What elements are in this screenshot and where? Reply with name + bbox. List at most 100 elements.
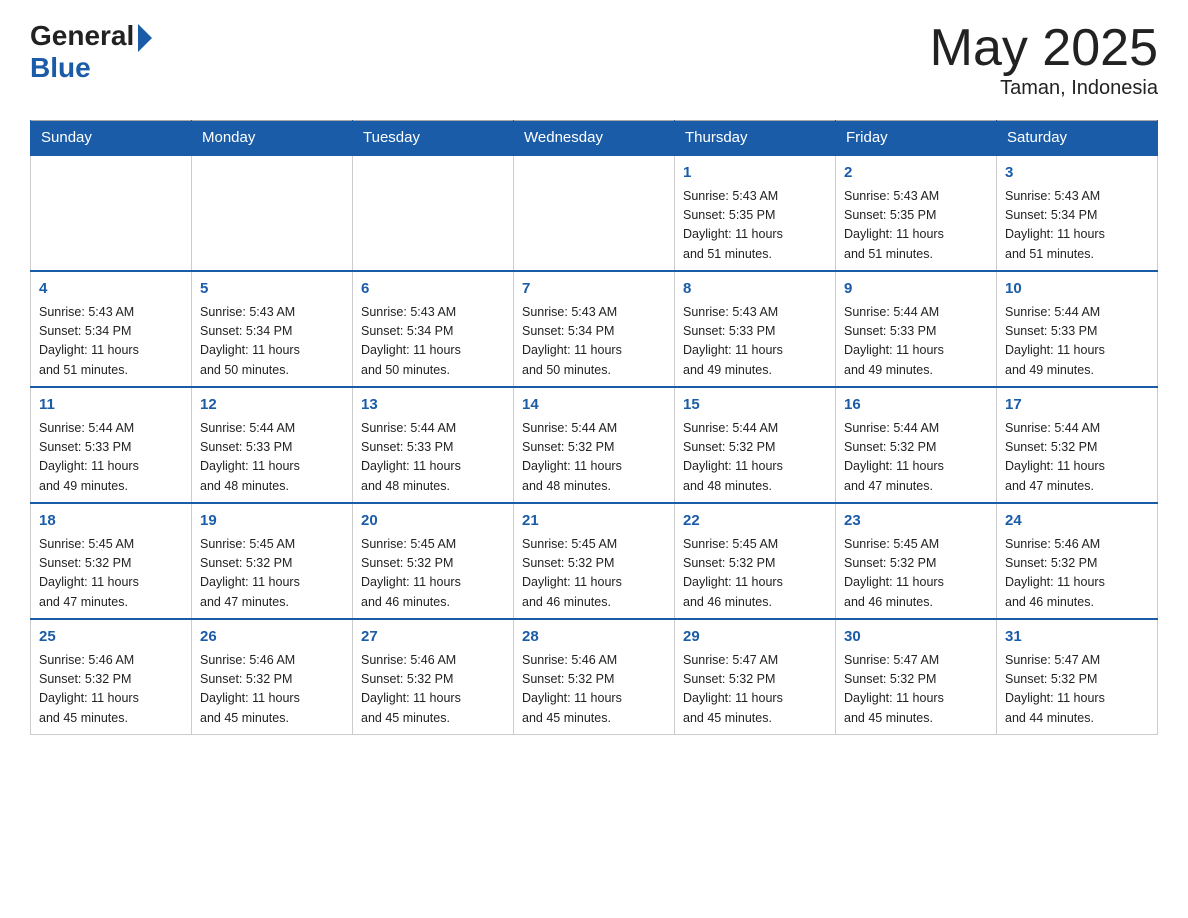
day-info: Sunrise: 5:45 AM Sunset: 5:32 PM Dayligh… (200, 535, 344, 613)
calendar-day-cell: 19Sunrise: 5:45 AM Sunset: 5:32 PM Dayli… (192, 503, 353, 619)
logo-arrow-icon (138, 24, 152, 52)
day-info: Sunrise: 5:43 AM Sunset: 5:34 PM Dayligh… (361, 303, 505, 381)
calendar-day-cell: 23Sunrise: 5:45 AM Sunset: 5:32 PM Dayli… (836, 503, 997, 619)
day-number: 16 (844, 394, 988, 417)
day-number: 15 (683, 394, 827, 417)
day-number: 29 (683, 626, 827, 649)
calendar-day-header: Wednesday (514, 121, 675, 156)
calendar-table: SundayMondayTuesdayWednesdayThursdayFrid… (30, 120, 1158, 735)
day-info: Sunrise: 5:44 AM Sunset: 5:32 PM Dayligh… (522, 419, 666, 497)
calendar-day-cell: 11Sunrise: 5:44 AM Sunset: 5:33 PM Dayli… (31, 387, 192, 503)
calendar-day-header: Thursday (675, 121, 836, 156)
day-info: Sunrise: 5:43 AM Sunset: 5:35 PM Dayligh… (844, 187, 988, 265)
calendar-week-row: 4Sunrise: 5:43 AM Sunset: 5:34 PM Daylig… (31, 271, 1158, 387)
day-number: 19 (200, 510, 344, 533)
day-info: Sunrise: 5:44 AM Sunset: 5:32 PM Dayligh… (844, 419, 988, 497)
day-info: Sunrise: 5:45 AM Sunset: 5:32 PM Dayligh… (361, 535, 505, 613)
day-info: Sunrise: 5:43 AM Sunset: 5:34 PM Dayligh… (39, 303, 183, 381)
day-number: 10 (1005, 278, 1149, 301)
day-info: Sunrise: 5:46 AM Sunset: 5:32 PM Dayligh… (39, 651, 183, 729)
day-number: 8 (683, 278, 827, 301)
day-number: 9 (844, 278, 988, 301)
day-number: 2 (844, 162, 988, 185)
day-info: Sunrise: 5:47 AM Sunset: 5:32 PM Dayligh… (844, 651, 988, 729)
calendar-day-cell: 28Sunrise: 5:46 AM Sunset: 5:32 PM Dayli… (514, 619, 675, 735)
day-info: Sunrise: 5:43 AM Sunset: 5:34 PM Dayligh… (200, 303, 344, 381)
calendar-day-cell: 14Sunrise: 5:44 AM Sunset: 5:32 PM Dayli… (514, 387, 675, 503)
day-info: Sunrise: 5:44 AM Sunset: 5:33 PM Dayligh… (844, 303, 988, 381)
day-number: 22 (683, 510, 827, 533)
calendar-day-cell: 27Sunrise: 5:46 AM Sunset: 5:32 PM Dayli… (353, 619, 514, 735)
calendar-day-cell: 22Sunrise: 5:45 AM Sunset: 5:32 PM Dayli… (675, 503, 836, 619)
day-number: 1 (683, 162, 827, 185)
calendar-day-cell: 7Sunrise: 5:43 AM Sunset: 5:34 PM Daylig… (514, 271, 675, 387)
day-number: 11 (39, 394, 183, 417)
calendar-day-header: Monday (192, 121, 353, 156)
logo-blue-text: Blue (30, 52, 91, 84)
calendar-day-cell: 6Sunrise: 5:43 AM Sunset: 5:34 PM Daylig… (353, 271, 514, 387)
calendar-day-cell (192, 155, 353, 271)
calendar-day-cell: 25Sunrise: 5:46 AM Sunset: 5:32 PM Dayli… (31, 619, 192, 735)
day-info: Sunrise: 5:43 AM Sunset: 5:35 PM Dayligh… (683, 187, 827, 265)
calendar-week-row: 11Sunrise: 5:44 AM Sunset: 5:33 PM Dayli… (31, 387, 1158, 503)
day-info: Sunrise: 5:43 AM Sunset: 5:34 PM Dayligh… (522, 303, 666, 381)
day-number: 13 (361, 394, 505, 417)
calendar-day-cell: 20Sunrise: 5:45 AM Sunset: 5:32 PM Dayli… (353, 503, 514, 619)
calendar-day-cell: 18Sunrise: 5:45 AM Sunset: 5:32 PM Dayli… (31, 503, 192, 619)
calendar-day-cell (514, 155, 675, 271)
page-header: General Blue May 2025 Taman, Indonesia (30, 20, 1158, 100)
logo: General Blue (30, 20, 152, 84)
day-number: 28 (522, 626, 666, 649)
calendar-day-cell: 26Sunrise: 5:46 AM Sunset: 5:32 PM Dayli… (192, 619, 353, 735)
day-info: Sunrise: 5:44 AM Sunset: 5:33 PM Dayligh… (361, 419, 505, 497)
calendar-day-cell: 5Sunrise: 5:43 AM Sunset: 5:34 PM Daylig… (192, 271, 353, 387)
logo-general-text: General (30, 20, 134, 52)
day-info: Sunrise: 5:44 AM Sunset: 5:32 PM Dayligh… (683, 419, 827, 497)
calendar-day-cell: 21Sunrise: 5:45 AM Sunset: 5:32 PM Dayli… (514, 503, 675, 619)
day-number: 26 (200, 626, 344, 649)
day-number: 24 (1005, 510, 1149, 533)
day-info: Sunrise: 5:47 AM Sunset: 5:32 PM Dayligh… (1005, 651, 1149, 729)
day-info: Sunrise: 5:46 AM Sunset: 5:32 PM Dayligh… (1005, 535, 1149, 613)
calendar-day-cell: 2Sunrise: 5:43 AM Sunset: 5:35 PM Daylig… (836, 155, 997, 271)
calendar-day-cell: 12Sunrise: 5:44 AM Sunset: 5:33 PM Dayli… (192, 387, 353, 503)
calendar-day-cell: 8Sunrise: 5:43 AM Sunset: 5:33 PM Daylig… (675, 271, 836, 387)
day-number: 31 (1005, 626, 1149, 649)
calendar-day-cell: 31Sunrise: 5:47 AM Sunset: 5:32 PM Dayli… (997, 619, 1158, 735)
day-info: Sunrise: 5:45 AM Sunset: 5:32 PM Dayligh… (39, 535, 183, 613)
day-number: 7 (522, 278, 666, 301)
calendar-day-header: Saturday (997, 121, 1158, 156)
calendar-day-header: Tuesday (353, 121, 514, 156)
day-number: 23 (844, 510, 988, 533)
calendar-week-row: 1Sunrise: 5:43 AM Sunset: 5:35 PM Daylig… (31, 155, 1158, 271)
day-number: 27 (361, 626, 505, 649)
day-number: 4 (39, 278, 183, 301)
calendar-day-cell: 9Sunrise: 5:44 AM Sunset: 5:33 PM Daylig… (836, 271, 997, 387)
title-area: May 2025 Taman, Indonesia (930, 20, 1158, 100)
day-info: Sunrise: 5:45 AM Sunset: 5:32 PM Dayligh… (683, 535, 827, 613)
day-info: Sunrise: 5:44 AM Sunset: 5:33 PM Dayligh… (1005, 303, 1149, 381)
calendar-day-cell (353, 155, 514, 271)
calendar-day-cell: 24Sunrise: 5:46 AM Sunset: 5:32 PM Dayli… (997, 503, 1158, 619)
calendar-day-cell: 4Sunrise: 5:43 AM Sunset: 5:34 PM Daylig… (31, 271, 192, 387)
calendar-day-cell: 16Sunrise: 5:44 AM Sunset: 5:32 PM Dayli… (836, 387, 997, 503)
day-number: 25 (39, 626, 183, 649)
day-number: 30 (844, 626, 988, 649)
location: Taman, Indonesia (930, 77, 1158, 100)
calendar-day-cell: 29Sunrise: 5:47 AM Sunset: 5:32 PM Dayli… (675, 619, 836, 735)
calendar-day-cell: 17Sunrise: 5:44 AM Sunset: 5:32 PM Dayli… (997, 387, 1158, 503)
calendar-day-cell: 13Sunrise: 5:44 AM Sunset: 5:33 PM Dayli… (353, 387, 514, 503)
calendar-day-header: Friday (836, 121, 997, 156)
day-info: Sunrise: 5:46 AM Sunset: 5:32 PM Dayligh… (361, 651, 505, 729)
day-number: 5 (200, 278, 344, 301)
calendar-day-cell: 3Sunrise: 5:43 AM Sunset: 5:34 PM Daylig… (997, 155, 1158, 271)
calendar-day-cell (31, 155, 192, 271)
calendar-day-cell: 15Sunrise: 5:44 AM Sunset: 5:32 PM Dayli… (675, 387, 836, 503)
day-number: 20 (361, 510, 505, 533)
day-info: Sunrise: 5:46 AM Sunset: 5:32 PM Dayligh… (200, 651, 344, 729)
day-info: Sunrise: 5:43 AM Sunset: 5:33 PM Dayligh… (683, 303, 827, 381)
day-info: Sunrise: 5:45 AM Sunset: 5:32 PM Dayligh… (844, 535, 988, 613)
calendar-day-cell: 30Sunrise: 5:47 AM Sunset: 5:32 PM Dayli… (836, 619, 997, 735)
calendar-week-row: 18Sunrise: 5:45 AM Sunset: 5:32 PM Dayli… (31, 503, 1158, 619)
day-info: Sunrise: 5:44 AM Sunset: 5:33 PM Dayligh… (39, 419, 183, 497)
